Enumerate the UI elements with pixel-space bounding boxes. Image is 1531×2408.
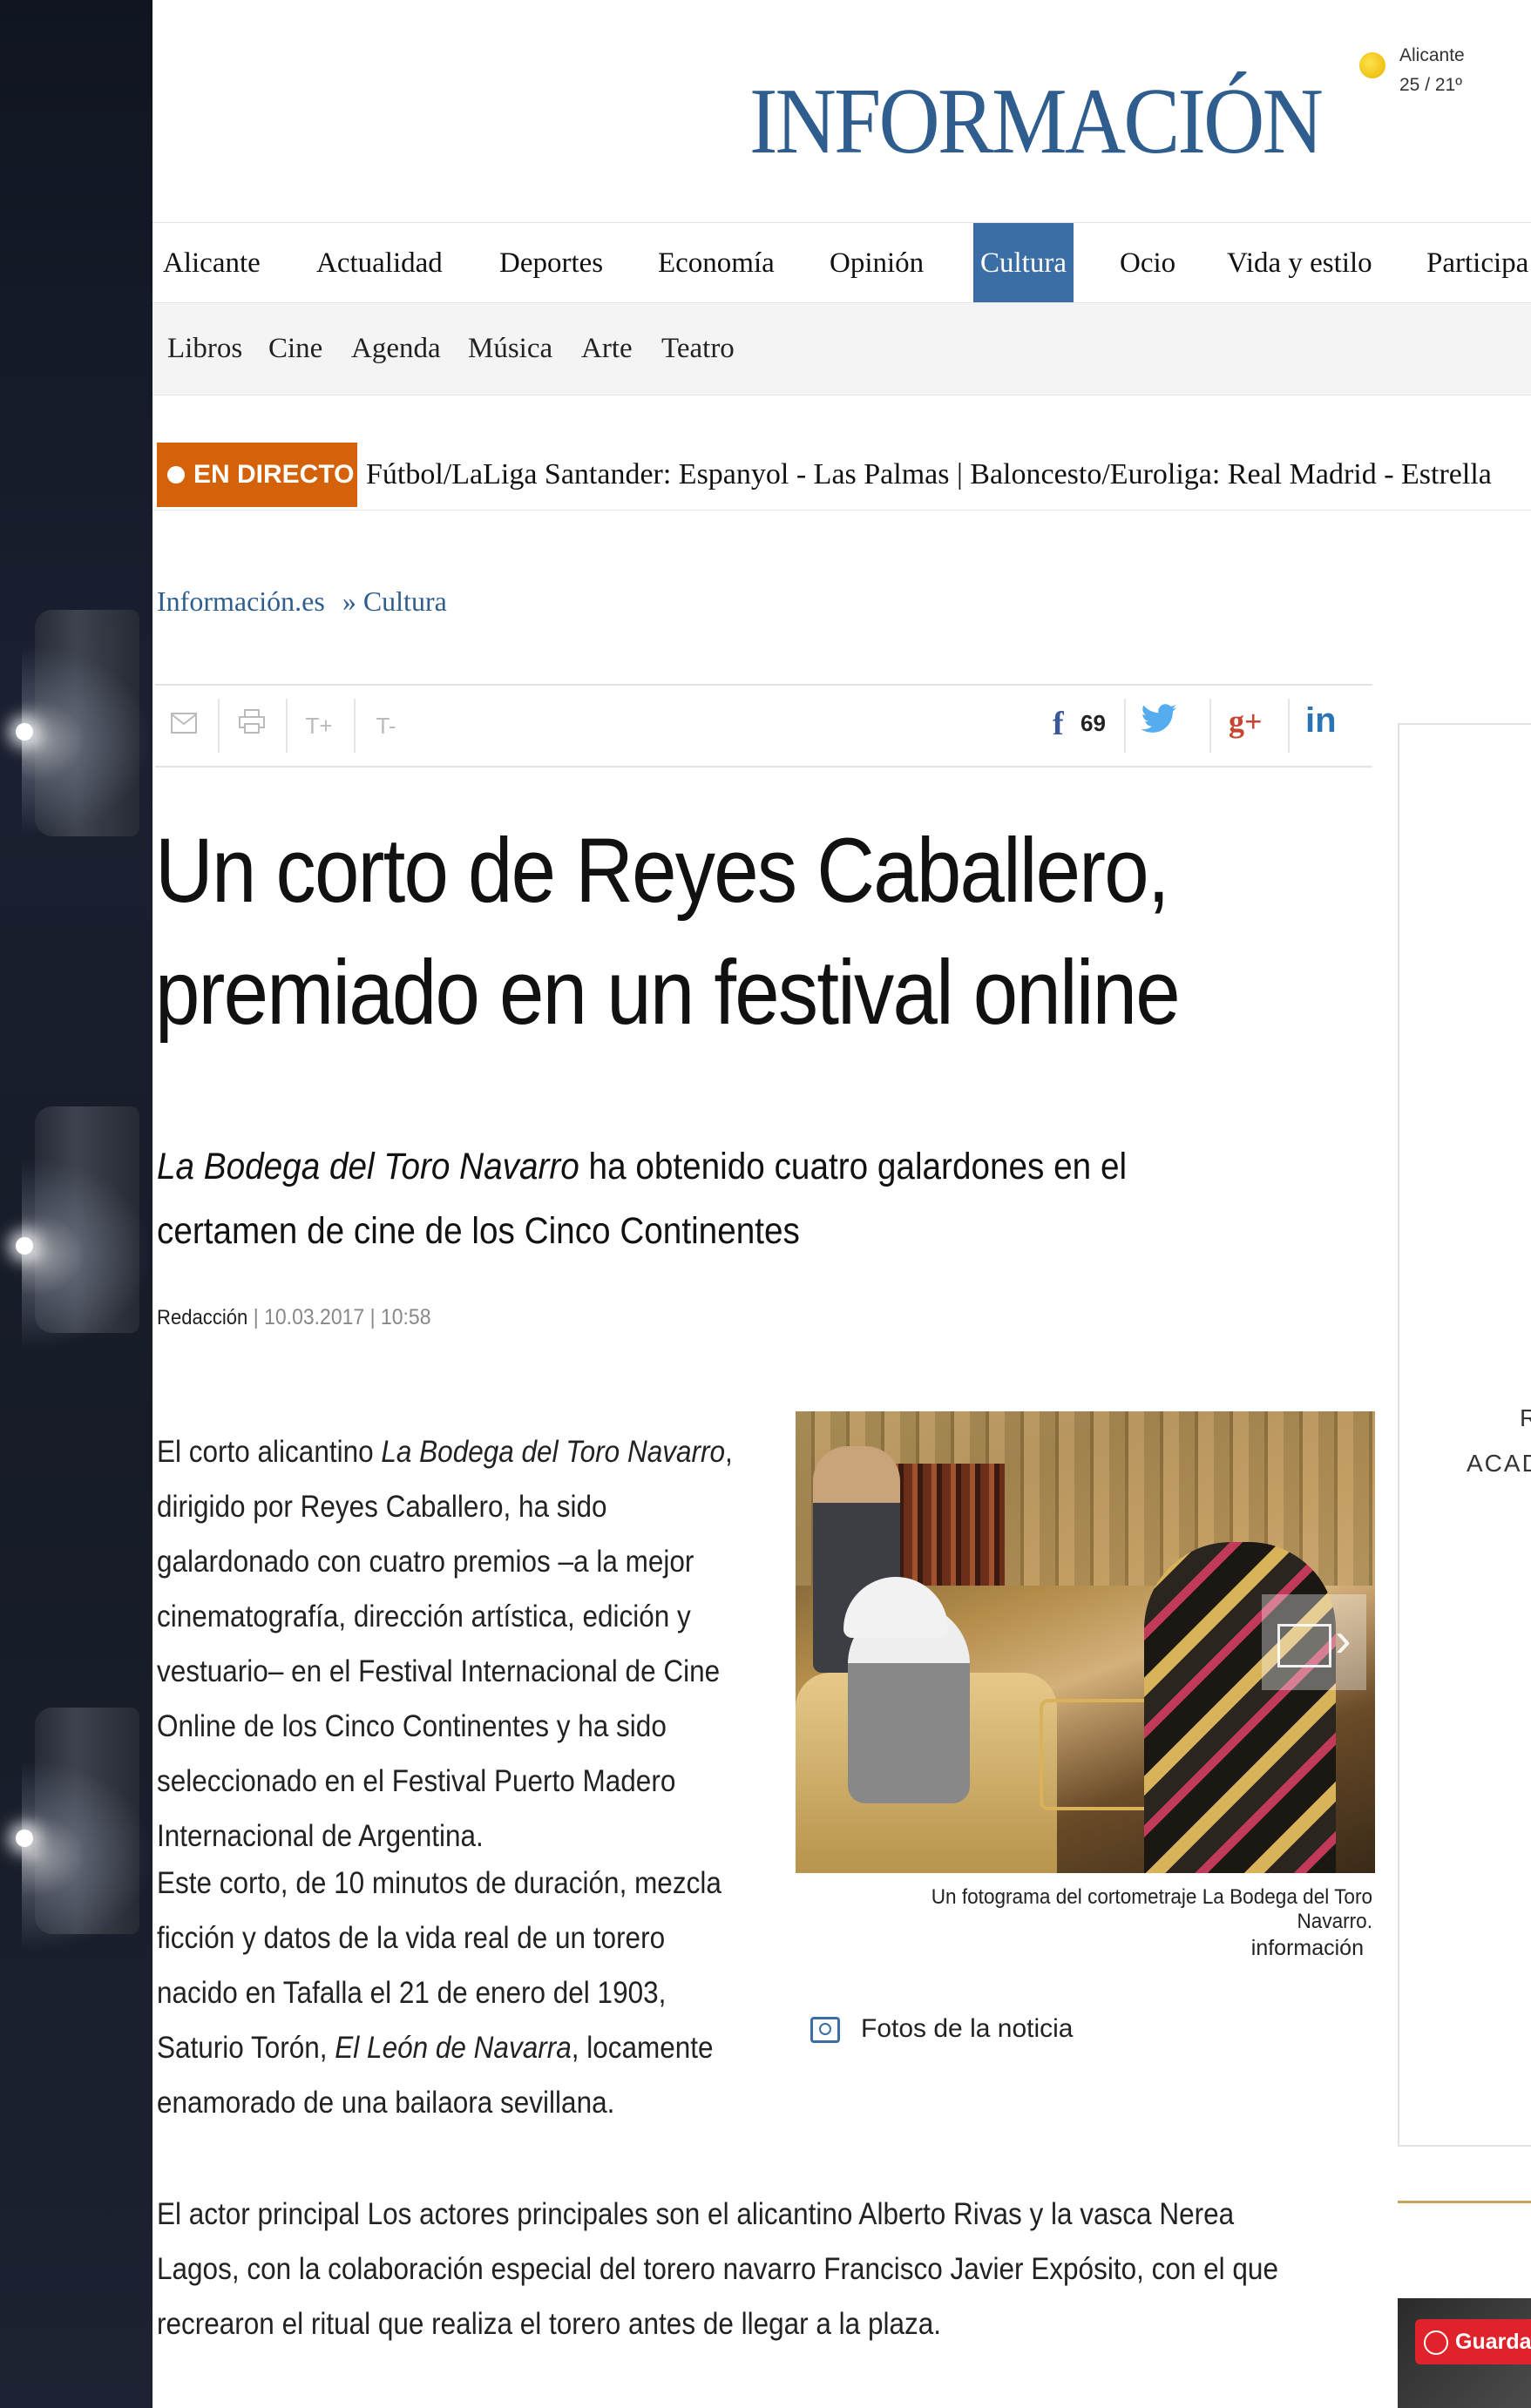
- live-dot-icon: [167, 466, 185, 484]
- facebook-icon[interactable]: f: [1053, 705, 1064, 743]
- live-badge-label: EN DIRECTO: [193, 460, 355, 489]
- pinterest-save-label: Guardar: [1455, 2330, 1531, 2354]
- projector-image: [0, 1072, 152, 1437]
- linkedin-icon[interactable]: in: [1305, 701, 1337, 741]
- photo-gallery-link-label: Fotos de la noticia: [861, 2014, 1074, 2043]
- facebook-share-count: 69: [1081, 710, 1106, 736]
- live-ticker: EN DIRECTO Fútbol/LaLiga Santander: Espa…: [152, 440, 1531, 511]
- article-paragraph-2: Este corto, de 10 minutos de duración, m…: [157, 1866, 721, 2120]
- subnav-item-libros[interactable]: Libros: [167, 303, 242, 395]
- subnav-item-arte[interactable]: Arte: [581, 303, 633, 395]
- site-logo[interactable]: INFORMACIÓN: [749, 70, 1324, 174]
- subnav-item-agenda[interactable]: Agenda: [351, 303, 441, 395]
- google-plus-icon[interactable]: g+: [1229, 703, 1263, 740]
- printer-icon[interactable]: [230, 707, 274, 744]
- decorative-side-banner: [0, 0, 152, 2408]
- nav-item-actualidad[interactable]: Actualidad: [316, 223, 443, 303]
- sidebar-divider: [1398, 2201, 1531, 2203]
- subnav-item-musica[interactable]: Música: [468, 303, 552, 395]
- sidebar-ad-box: [1398, 723, 1531, 2147]
- gallery-icon: [1277, 1624, 1331, 1667]
- projector-image: [0, 1655, 152, 2021]
- live-ticker-text[interactable]: Fútbol/LaLiga Santander: Espanyol - Las …: [366, 440, 1492, 510]
- article-tools-bar: T+ T- f 69 g+ in: [155, 684, 1372, 768]
- photo-caption: Un fotograma del cortometraje La Bodega …: [931, 1885, 1372, 1933]
- sidebar-text: ACAD: [1467, 1450, 1531, 1477]
- font-increase-button[interactable]: T+: [297, 707, 341, 744]
- main-navigation: Alicante Actualidad Deportes Economía Op…: [152, 222, 1531, 303]
- article-photo[interactable]: ›: [796, 1411, 1375, 1873]
- article-paragraph-1: El corto alicantino La Bodega del Toro N…: [157, 1435, 733, 1853]
- weather-widget[interactable]: Alicante 25 / 21º: [1359, 45, 1499, 106]
- photo-credit: información: [1250, 1936, 1364, 1960]
- breadcrumb-section-link[interactable]: » Cultura: [342, 585, 447, 617]
- headline-line-2: premiado en un festival online: [155, 942, 1181, 1044]
- nav-item-participa[interactable]: Participa: [1426, 223, 1528, 303]
- nav-item-economia[interactable]: Economía: [658, 223, 775, 303]
- subnav-item-cine[interactable]: Cine: [268, 303, 322, 395]
- nav-item-ocio[interactable]: Ocio: [1120, 223, 1175, 303]
- photo-gallery-link[interactable]: Fotos de la noticia: [810, 2014, 1073, 2044]
- article-author: Redacción: [157, 1306, 248, 1329]
- pinterest-icon: [1424, 2330, 1448, 2356]
- breadcrumb: Información.es » Cultura: [157, 585, 457, 618]
- photo-gallery-next-button[interactable]: ›: [1262, 1594, 1366, 1690]
- email-icon[interactable]: [162, 707, 206, 744]
- sidebar-text: R: [1520, 1404, 1531, 1431]
- article-paragraph-3: El actor principal Los actores principal…: [157, 2197, 1278, 2341]
- headline-line-1: Un corto de Reyes Caballero,: [155, 820, 1170, 922]
- nav-item-alicante[interactable]: Alicante: [163, 223, 261, 303]
- weather-city: Alicante: [1399, 45, 1465, 65]
- pinterest-save-button[interactable]: Guardar: [1415, 2319, 1531, 2364]
- chevron-right-icon: ›: [1335, 1612, 1351, 1667]
- projector-image: [0, 540, 152, 906]
- article-headline: Un corto de Reyes Caballero, premiado en…: [155, 810, 1229, 1054]
- font-decrease-button[interactable]: T-: [364, 707, 408, 744]
- section-subnavigation: Libros Cine Agenda Música Arte Teatro: [152, 302, 1531, 396]
- sun-icon: [1359, 52, 1385, 78]
- subnav-item-teatro[interactable]: Teatro: [661, 303, 735, 395]
- nav-item-cultura[interactable]: Cultura: [973, 223, 1074, 303]
- nav-item-opinion[interactable]: Opinión: [830, 223, 924, 303]
- subheadline-title-italic: La Bodega del Toro Navarro: [157, 1146, 579, 1187]
- article-date: | 10.03.2017 | 10:58: [253, 1305, 431, 1329]
- twitter-icon[interactable]: [1140, 703, 1183, 747]
- live-badge[interactable]: EN DIRECTO: [157, 443, 357, 507]
- article-subheadline: La Bodega del Toro Navarro ha obtenido c…: [157, 1134, 1270, 1263]
- nav-item-deportes[interactable]: Deportes: [499, 223, 603, 303]
- weather-temperature: 25 / 21º: [1399, 75, 1462, 95]
- breadcrumb-home-link[interactable]: Información.es: [157, 585, 325, 617]
- nav-item-vida-y-estilo[interactable]: Vida y estilo: [1227, 223, 1372, 303]
- camera-icon: [810, 2017, 840, 2044]
- article-meta: Redacción | 10.03.2017 | 10:58: [157, 1305, 431, 1330]
